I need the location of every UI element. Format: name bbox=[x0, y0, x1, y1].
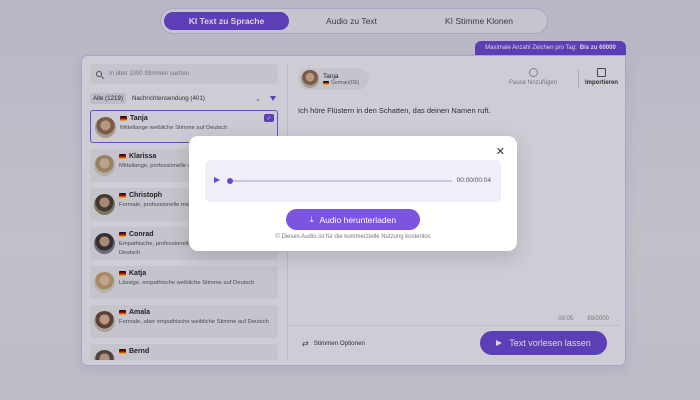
audio-time: 00:00/00:04 bbox=[456, 177, 491, 184]
audio-progress-thumb[interactable] bbox=[227, 178, 233, 184]
license-note: © Dieses Audio ist für die kommerzielle … bbox=[275, 234, 431, 240]
close-icon[interactable]: ✕ bbox=[496, 145, 505, 158]
download-audio-button[interactable]: ⤓ Audio herunterladen bbox=[286, 209, 420, 230]
play-icon[interactable] bbox=[214, 177, 220, 183]
download-icon: ⤓ bbox=[309, 214, 314, 224]
audio-player: 00:00/00:04 bbox=[205, 160, 501, 202]
audio-result-modal: ✕ 00:00/00:04 ⤓ Audio herunterladen © Di… bbox=[189, 136, 517, 251]
download-label: Audio herunterladen bbox=[319, 214, 397, 225]
audio-progress-track[interactable] bbox=[230, 180, 452, 182]
